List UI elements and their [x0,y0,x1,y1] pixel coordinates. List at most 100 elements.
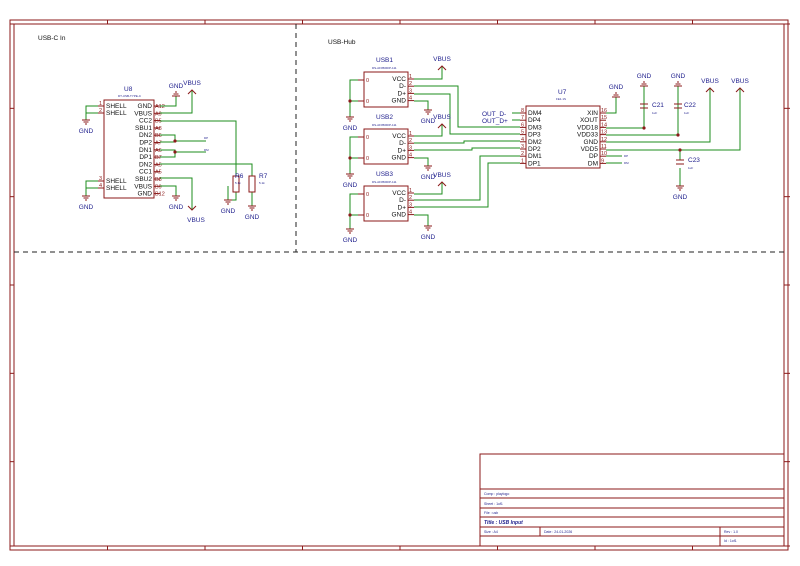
net-label-out-dm: OUT_D- [482,111,506,118]
usb-pin-number: 4 [409,96,412,102]
junction-dot [348,99,352,103]
title-block-date: Date : 24-01-2026 [544,530,572,534]
vbus-label: VBUS [433,114,451,121]
u7-pin-number: 9 [601,158,604,164]
gnd-symbol: GND [169,83,184,97]
junction-dot [676,133,680,137]
usb-port-ref: USB1 [376,57,393,64]
usb-pin-name: VCC [392,133,406,140]
u7-pin-number: 6 [521,122,524,128]
u8-pin-name: GND [138,191,153,198]
usb-pin-name: VCC [392,190,406,197]
u8-pin-number: B6 [155,133,162,139]
usb-pin-number: 2 [409,195,412,201]
gnd-label: GND [169,204,184,211]
u8-pin-number: 1 [99,101,102,107]
u7-pin-number: 14 [601,122,607,128]
u7-left-pins: 8 DM4 7 DP4 6 DM3 5 DP3 4 DM2 3 DP2 2 DM1 1 DP1 [520,108,542,167]
r7-value: 5.1k [259,181,265,185]
usb-pin-number: 3 [409,202,412,208]
c21-ref: C21 [652,102,664,109]
u8-pin-number: A9 [155,111,162,117]
gnd-label: GND [79,204,94,211]
usb-port-ref: USB3 [376,171,393,178]
capacitor-c22: C22 1uF [674,102,696,115]
usb-ports: USB1DS-AF050DIP-11100VCC 1D- 2D+ 3GND 4USB2D… [358,57,414,222]
usb-port-1: USB1 DS-AF050DIP-111 0 0 VCC 1D- 2D+ 3GND 4 [358,57,414,108]
gnd-symbol: GND [343,173,358,189]
title-block-id: Id : 1of1 [724,539,737,543]
title-block-title: Title : USB Input [484,520,523,526]
vbus-label: VBUS [433,56,451,63]
gnd-symbol: GND [79,119,94,135]
usb-pin-number: 4 [409,210,412,216]
u8-pin-name: CC1 [139,169,152,176]
gnd-symbol: GND [609,84,624,98]
usb-shell-pin-number: 0 [366,78,369,84]
usb-pin-name: D+ [398,204,407,211]
usb-port-value: DS-AF050DIP-111 [372,180,397,184]
gnd-label: GND [79,128,94,135]
usb-pin-number: 1 [409,188,412,194]
u8-pin-name: DP2 [139,140,152,147]
usb-pin-number: 3 [409,88,412,94]
gnd-label: GND [343,237,358,244]
gnd-symbol: GND [245,205,260,221]
u8-pin-name: CC2 [139,118,152,125]
usb-port-2: USB2 DS-AF050DIP-111 0 0 VCC 1D- 2D+ 3GND 4 [358,114,414,165]
vbus-label: VBUS [433,172,451,179]
u7-pin-name: DP4 [528,117,541,124]
usb-pin-name: GND [392,98,407,105]
u8-pin-name: DN1 [139,147,152,154]
usb-pin-name: VCC [392,76,406,83]
u8-pin-name: SHELL [106,110,127,117]
gnd-symbol: GND [221,199,236,215]
u7-right-pins: XIN 16XOUT 15VDD18 14VDD33 13GND 12VDD5 11DP 10… [577,108,607,167]
gnd-label: GND [637,73,652,80]
c21-value: 1uF [652,111,657,115]
usb-pin-name: GND [392,155,407,162]
u7-pin-name: GND [584,139,599,146]
u8-pin-number: A5 [155,162,162,168]
usb-shell-pin-number: 0 [366,99,369,105]
u7-pin-number: 11 [601,144,607,150]
hub-ic-u7: U7 FE1.1S 8 DM47 DP46 DM35 DP34 DM23 DP22 DM11 D… [520,89,607,169]
u7-pin-name: DM2 [528,139,542,146]
junction-dot [173,139,177,143]
gnd-label: GND [421,234,436,241]
u7-pin-name: DM1 [528,153,542,160]
usb-pin-name: D+ [398,147,407,154]
u7-pin-name: DP1 [528,160,541,167]
usb-pin-number: 3 [409,145,412,151]
u7-pin-name: DM [588,160,598,167]
usb-pin-name: D- [399,140,406,147]
net-label-dp: DP [624,154,628,158]
usb-pin-name: D- [399,83,406,90]
gnd-label: GND [609,84,624,91]
usb-port-value: DS-AF050DIP-111 [372,123,397,127]
usb-port-3: USB3 DS-AF050DIP-111 0 0 VCC 1D- 2D+ 3GND 4 [358,171,414,222]
gnd-symbol: GND [343,116,358,132]
gnd-symbol: GND [421,225,436,241]
u8-pin-name: VBUS [134,183,152,190]
u7-pin-name: DP [589,153,598,160]
r6-value: 5.1k [235,181,241,185]
usb-pin-name: D- [399,197,406,204]
vbus-label: VBUS [701,78,719,85]
gnd-label: GND [169,83,184,90]
c22-ref: C22 [684,102,696,109]
gnd-symbol: GND [343,228,358,244]
u7-pin-name: DP2 [528,146,541,153]
u7-pin-name: XOUT [580,117,598,124]
u7-pin-name: DM3 [528,124,542,131]
junction-dot [348,156,352,160]
u7-pin-number: 1 [521,158,524,164]
net-label-dm-left: DM [204,148,209,152]
gnd-symbol: GND [671,73,686,87]
u8-pin-name: DN2 [139,161,152,168]
u8-pin-name: SHELL [106,103,127,110]
usb-pin-number: 1 [409,131,412,137]
u7-pin-number: 15 [601,115,607,121]
gnd-label: GND [343,125,358,132]
resistor-r6: R6 5.1k [232,173,244,193]
